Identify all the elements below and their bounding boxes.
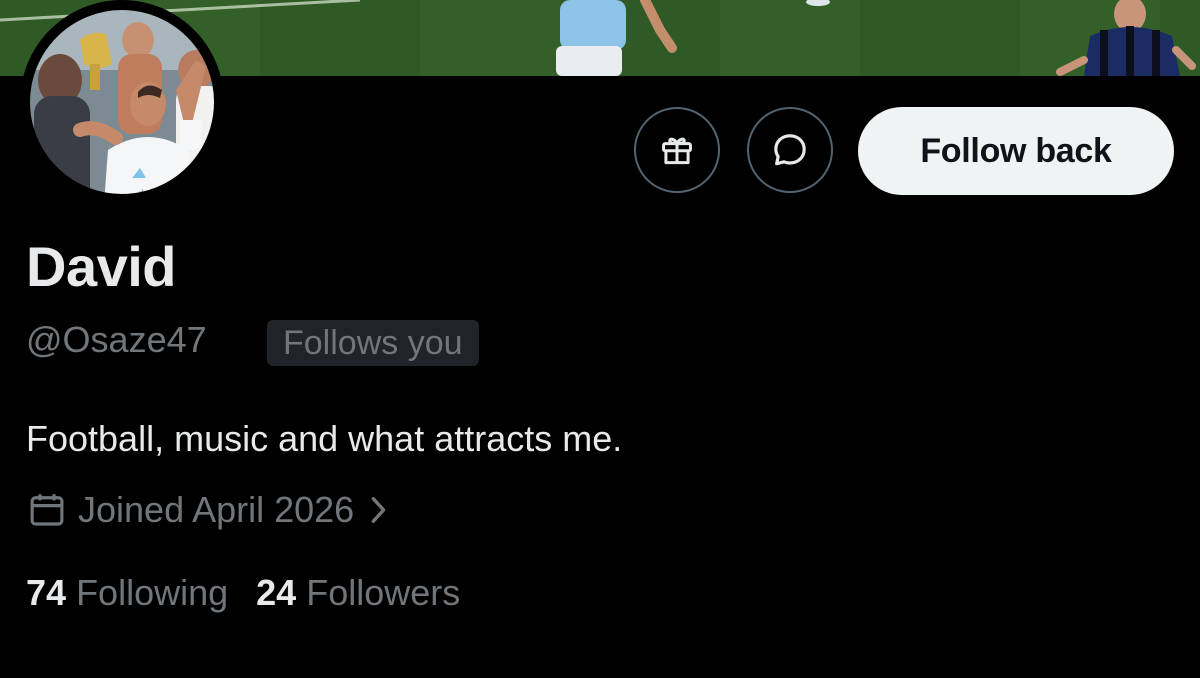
joined-date-text: Joined April 2026 [78, 489, 355, 530]
followers-link[interactable]: 24 Followers [256, 572, 460, 613]
gift-button[interactable] [634, 107, 720, 193]
profile-display-name: David [26, 235, 177, 298]
follow-back-button[interactable]: Follow back [858, 107, 1174, 195]
profile-bio: Football, music and what attracts me. [26, 418, 623, 459]
following-count: 74 [26, 572, 67, 613]
message-button[interactable] [747, 107, 833, 193]
following-link[interactable]: 74 Following [26, 572, 228, 613]
message-bubble-icon [770, 130, 810, 170]
follows-you-badge: Follows you [267, 320, 479, 366]
gift-icon [658, 131, 696, 169]
profile-avatar[interactable]: ★★ [20, 0, 224, 204]
joined-date-row[interactable]: Joined April 2026 [26, 486, 388, 534]
chevron-right-icon [368, 495, 388, 525]
followers-label: Followers [306, 572, 461, 613]
calendar-icon [26, 489, 68, 531]
following-label: Following [76, 572, 229, 613]
profile-handle: @Osaze47 [26, 319, 207, 360]
followers-count: 24 [256, 572, 297, 613]
profile-stats: 74 Following 24 Followers [26, 570, 460, 616]
